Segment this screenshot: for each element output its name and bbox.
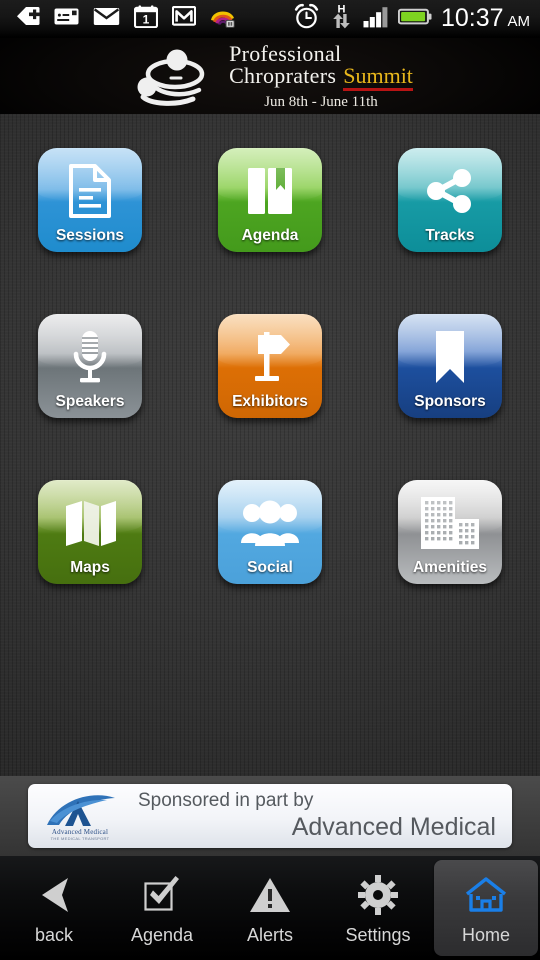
back-arrow-icon [34, 873, 74, 917]
tile-tracks[interactable]: Tracks [398, 148, 502, 252]
home-grid-area: Sessions Agenda Tracks Speakers Exhibito… [0, 114, 540, 776]
sponsor-line-2: Advanced Medical [291, 813, 496, 841]
warning-triangle-icon [249, 873, 291, 917]
tile-label: Agenda [241, 226, 299, 244]
sponsor-banner-area: Advanced Medical THE MEDICAL TRANSPORT S… [0, 776, 540, 856]
nav-label: Settings [345, 924, 411, 945]
status-bar-right-icons: H 10:37 AM [293, 3, 540, 35]
nav-agenda[interactable]: Agenda [110, 860, 214, 956]
signal-bars-icon [363, 5, 389, 33]
sponsor-banner-text: Sponsored in part by Advanced Medical [132, 790, 512, 842]
header-dates: Jun 8th - June 11th [264, 93, 378, 110]
sponsor-banner[interactable]: Advanced Medical THE MEDICAL TRANSPORT S… [28, 784, 512, 848]
status-clock: 10:37 AM [441, 6, 530, 31]
header-summit-word: Summit [343, 64, 413, 91]
status-bar: 1 H 10:37 AM [0, 0, 540, 38]
tile-social[interactable]: Social [218, 480, 322, 584]
tile-label: Speakers [55, 392, 125, 410]
tile-amenities[interactable]: Amenities [398, 480, 502, 584]
tile-label: Sessions [55, 226, 125, 244]
tile-label: Social [247, 558, 293, 576]
microphone-icon [38, 324, 142, 390]
clock-time: 10:37 [440, 4, 504, 32]
nav-label: back [34, 924, 74, 945]
nav-alerts[interactable]: Alerts [218, 860, 322, 956]
nav-back[interactable]: back [2, 860, 106, 956]
tile-sponsors[interactable]: Sponsors [398, 314, 502, 418]
tile-speakers[interactable]: Speakers [38, 314, 142, 418]
signpost-icon [218, 324, 322, 390]
media-rainbow-icon [210, 5, 237, 33]
battery-icon [397, 7, 432, 31]
nav-label: Alerts [246, 924, 293, 945]
buildings-icon [398, 490, 502, 556]
home-house-icon [464, 873, 508, 917]
tile-label: Exhibitors [232, 392, 308, 410]
tile-exhibitors[interactable]: Exhibitors [218, 314, 322, 418]
tile-maps[interactable]: Maps [38, 480, 142, 584]
advanced-medical-swoosh-logo-icon: Advanced Medical THE MEDICAL TRANSPORT [28, 785, 132, 847]
gmail-icon [171, 5, 197, 31]
clock-meridiem: AM [507, 13, 531, 30]
people-group-icon [218, 490, 322, 556]
event-title-block: Professional Chropraters Summit Jun 8th … [229, 40, 413, 110]
chiropractic-patient-logo-icon [127, 42, 223, 110]
calendar-icon: 1 [133, 4, 159, 33]
ribbon-icon [398, 324, 502, 390]
sponsor-logo-tagline: THE MEDICAL TRANSPORT [50, 835, 110, 841]
tile-label: Amenities [412, 558, 488, 576]
svg-text:H: H [337, 3, 345, 15]
folded-map-icon [38, 490, 142, 556]
gear-icon [358, 873, 398, 917]
download-tag-icon [16, 6, 41, 31]
tile-label: Tracks [425, 226, 475, 244]
nav-home[interactable]: Home [434, 860, 538, 956]
bottom-navigation-bar: back Agenda Alerts Settings Home [0, 856, 540, 960]
nav-label: Home [461, 924, 510, 945]
sponsor-logo-name: Advanced Medical [51, 827, 109, 836]
nav-settings[interactable]: Settings [326, 860, 430, 956]
tile-agenda[interactable]: Agenda [218, 148, 322, 252]
sponsor-line-1: Sponsored in part by [138, 790, 314, 811]
app-tile-grid: Sessions Agenda Tracks Speakers Exhibito… [0, 148, 540, 584]
hspa-data-icon: H [329, 3, 354, 35]
document-icon [38, 158, 142, 224]
app-screen: 1 H 10:37 AM Professional Chropraters Su… [0, 0, 540, 960]
svg-text:1: 1 [143, 12, 150, 26]
share-nodes-icon [398, 158, 502, 224]
mms-card-icon [54, 7, 79, 31]
checkbox-check-icon [142, 873, 182, 917]
header-line-2: Chropraters [229, 62, 337, 88]
book-icon [218, 158, 322, 224]
header-line-1: Professional [229, 40, 342, 66]
status-bar-left-icons: 1 [0, 4, 237, 33]
alarm-clock-icon [293, 3, 320, 34]
tile-label: Maps [70, 558, 110, 576]
nav-label: Agenda [130, 924, 194, 945]
tile-label: Sponsors [414, 392, 486, 410]
tile-sessions[interactable]: Sessions [38, 148, 142, 252]
mail-envelope-icon [93, 7, 120, 31]
event-header-banner[interactable]: Professional Chropraters Summit Jun 8th … [0, 38, 540, 114]
